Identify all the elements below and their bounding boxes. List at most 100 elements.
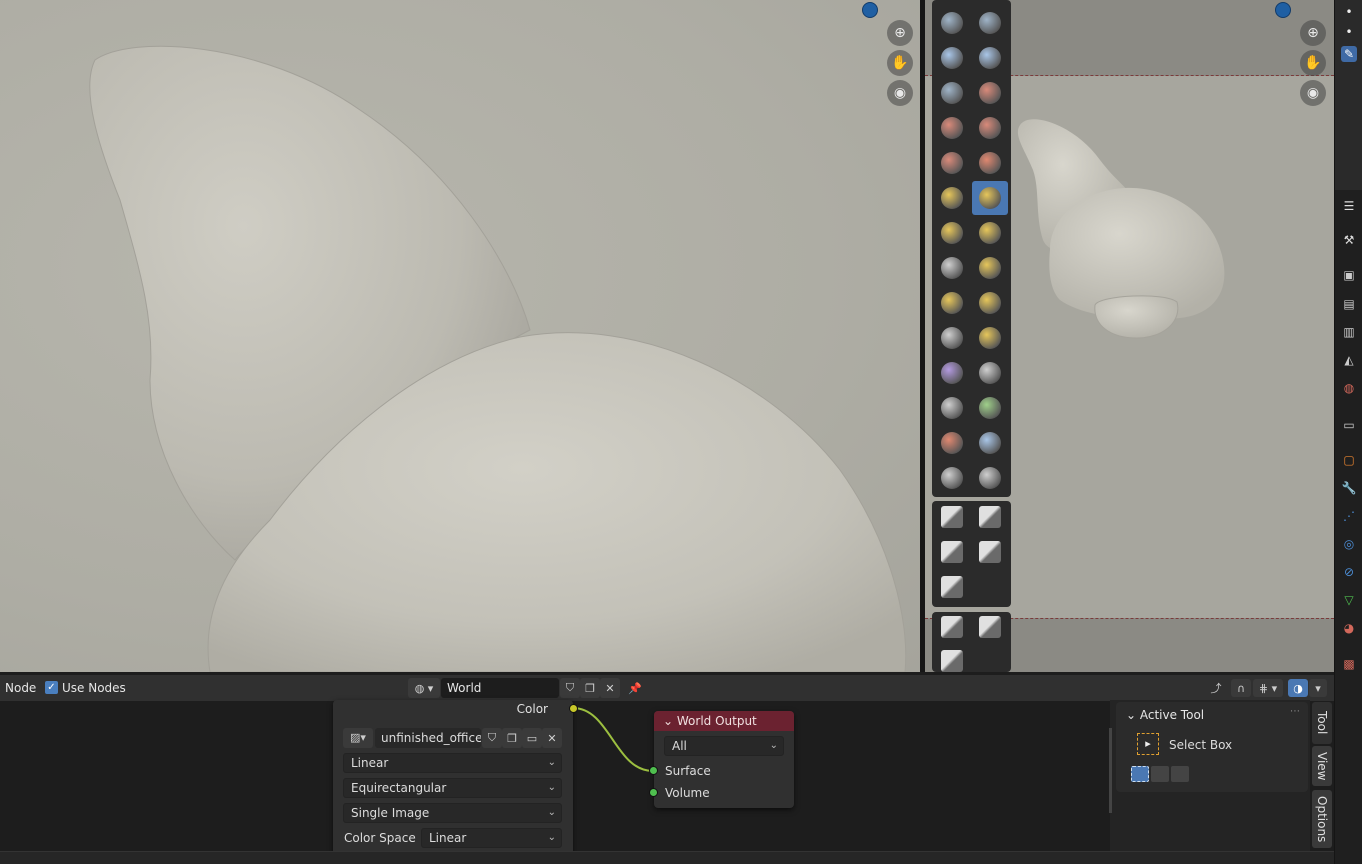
target-dropdown[interactable]: All ⌄	[664, 736, 784, 756]
rotate-brush-icon[interactable]	[972, 356, 1008, 390]
active-tool-title[interactable]: ⌄ Active Tool	[1126, 708, 1204, 722]
view-layer-icon[interactable]: ▥	[1341, 324, 1357, 340]
select-mode-subtract-icon[interactable]	[1171, 766, 1189, 782]
world-icon[interactable]: ◍	[1341, 380, 1357, 396]
output-icon[interactable]: ▤	[1341, 296, 1357, 312]
world-output-node[interactable]: ⌄ World Output All ⌄ Surface Volume	[649, 711, 794, 808]
dot-icon: •	[1345, 5, 1353, 19]
flatten-brush-icon[interactable]	[934, 181, 970, 215]
modifier-icon[interactable]: 🔧	[1341, 480, 1357, 496]
volume-input-socket[interactable]	[649, 788, 658, 797]
data-icon[interactable]: ▽	[1341, 592, 1357, 608]
thumb-brush-icon[interactable]	[934, 321, 970, 355]
scrape-brush-icon[interactable]	[934, 216, 970, 250]
projection-dropdown[interactable]: Equirectangular ⌄	[343, 778, 562, 798]
scene-icon[interactable]: ◭	[1341, 352, 1357, 368]
world-output-header[interactable]: ⌄ World Output	[654, 711, 794, 731]
texture-icon[interactable]: ▩	[1341, 656, 1357, 672]
boundary-glyph	[979, 397, 1001, 419]
interpolation-dropdown[interactable]: Linear ⌄	[343, 753, 562, 773]
multiplane-scrape-brush-icon[interactable]	[972, 216, 1008, 250]
render-icon[interactable]: ▣	[1341, 267, 1357, 283]
color-filter-glyph	[941, 650, 963, 672]
pinch-brush-icon[interactable]	[934, 251, 970, 285]
tab-view[interactable]: View	[1312, 746, 1332, 786]
pose-brush-icon[interactable]	[972, 321, 1008, 355]
color-space-label: Color Space	[344, 831, 416, 845]
cloth-brush-icon[interactable]	[934, 426, 970, 460]
drag-handle-icon[interactable]: ⋯	[1290, 706, 1300, 717]
mesh-filter-glyph	[941, 616, 963, 638]
color-filter-icon[interactable]	[934, 644, 970, 678]
particles-icon[interactable]: ⋰	[1341, 508, 1357, 524]
object-icon[interactable]: ▢	[1341, 452, 1357, 468]
surface-input-socket[interactable]	[649, 766, 658, 775]
collapse-chevron-icon[interactable]: ⌄	[1126, 708, 1140, 722]
rotate-glyph	[979, 362, 1001, 384]
simplify-glyph	[979, 432, 1001, 454]
sidebar-scrollbar[interactable]	[1109, 728, 1112, 813]
select-mode-extend-icon[interactable]	[1151, 766, 1169, 782]
image-browse-icon[interactable]: ▨▾	[343, 728, 373, 748]
face-set-box-glyph	[941, 541, 963, 563]
fill-brush-icon[interactable]	[972, 181, 1008, 215]
smooth-brush-icon[interactable]	[972, 146, 1008, 180]
physics-icon[interactable]: ◎	[1341, 536, 1357, 552]
dot-icon: •	[1345, 25, 1353, 39]
collection-icon[interactable]: ▭	[1341, 417, 1357, 433]
open-folder-icon[interactable]: ▭	[522, 728, 542, 748]
boundary-brush-icon[interactable]	[972, 391, 1008, 425]
hide-box-icon[interactable]	[972, 500, 1008, 534]
node-editor-horizontal-scrollbar[interactable]	[0, 851, 1334, 864]
mask-glyph	[941, 467, 963, 489]
clay-thumb-glyph	[941, 82, 963, 104]
grab-brush-icon[interactable]	[972, 251, 1008, 285]
duplicate-icon[interactable]: ❐	[502, 728, 522, 748]
flatten-glyph	[941, 187, 963, 209]
select-box-icon[interactable]: ▸	[1137, 733, 1159, 755]
mask-brush-icon[interactable]	[934, 461, 970, 495]
elastic-deform-brush-icon[interactable]	[934, 286, 970, 320]
draw-sharp-glyph	[979, 12, 1001, 34]
trim-box-icon[interactable]	[972, 535, 1008, 569]
color-output-socket[interactable]	[569, 704, 578, 713]
chevron-down-icon: ⌄	[547, 757, 556, 768]
draw-face-sets-brush-icon[interactable]	[972, 461, 1008, 495]
pinch-glyph	[941, 257, 963, 279]
draw-face-sets-glyph	[979, 467, 1001, 489]
cloth-filter-icon[interactable]	[972, 610, 1008, 644]
mesh-filter-icon[interactable]	[934, 610, 970, 644]
clay-brush-icon[interactable]	[934, 41, 970, 75]
fake-user-shield-icon[interactable]: ⛉	[482, 728, 502, 748]
source-dropdown[interactable]: Single Image ⌄	[343, 803, 562, 823]
tool-settings-icon[interactable]: ⚒	[1341, 232, 1357, 248]
image-texture-node[interactable]: Color ▨▾ unfinished_office... ⛉ ❐ ▭ ✕ Li…	[333, 700, 578, 864]
snake-hook-brush-icon[interactable]	[972, 286, 1008, 320]
nudge-brush-icon[interactable]	[934, 356, 970, 390]
face-set-box-icon[interactable]	[934, 535, 970, 569]
nudge-glyph	[941, 362, 963, 384]
inflate-brush-icon[interactable]	[934, 111, 970, 145]
line-project-icon[interactable]	[934, 570, 970, 604]
collapse-chevron-icon[interactable]: ⌄	[663, 714, 677, 728]
clay-strips-brush-icon[interactable]	[972, 41, 1008, 75]
draw-brush-icon[interactable]	[934, 6, 970, 40]
simplify-brush-icon[interactable]	[972, 426, 1008, 460]
draw-sharp-brush-icon[interactable]	[972, 6, 1008, 40]
crease-brush-icon[interactable]	[934, 146, 970, 180]
slide-relax-brush-icon[interactable]	[934, 391, 970, 425]
color-space-dropdown[interactable]: Linear ⌄	[421, 828, 562, 848]
clay-thumb-brush-icon[interactable]	[934, 76, 970, 110]
brush-icon[interactable]: ✎	[1341, 46, 1357, 62]
unlink-close-icon[interactable]: ✕	[542, 728, 562, 748]
material-icon[interactable]: ◕	[1341, 620, 1357, 636]
select-mode-new-icon[interactable]	[1131, 766, 1149, 782]
constraints-icon[interactable]: ⊘	[1341, 564, 1357, 580]
tab-options[interactable]: Options	[1312, 790, 1332, 848]
mask-box-icon[interactable]	[934, 500, 970, 534]
properties-toggle-icon[interactable]: ☰	[1341, 198, 1357, 214]
tab-tool[interactable]: Tool	[1312, 702, 1332, 744]
blob-brush-icon[interactable]	[972, 111, 1008, 145]
image-name-field[interactable]: unfinished_office...	[375, 728, 481, 748]
layer-brush-icon[interactable]	[972, 76, 1008, 110]
